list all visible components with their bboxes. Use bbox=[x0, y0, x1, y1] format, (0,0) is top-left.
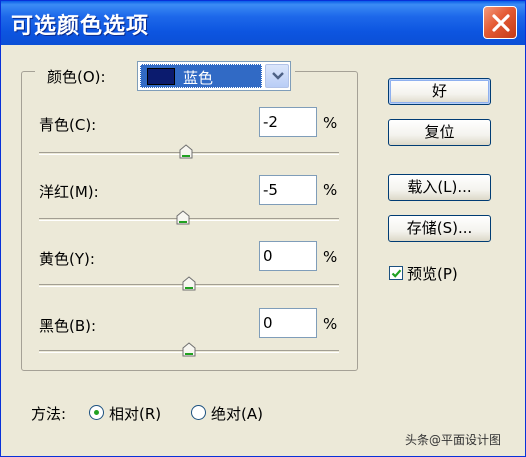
magenta-slider-thumb[interactable] bbox=[176, 210, 190, 225]
yellow-label: 黄色(Y): bbox=[39, 250, 95, 268]
absolute-radio[interactable] bbox=[191, 405, 206, 420]
absolute-radio-label[interactable]: 绝对(A) bbox=[211, 403, 263, 424]
magenta-input[interactable] bbox=[259, 175, 317, 205]
relative-radio[interactable] bbox=[89, 405, 104, 420]
colors-select[interactable]: 蓝色 bbox=[137, 61, 291, 91]
cyan-label: 青色(C): bbox=[39, 116, 97, 134]
magenta-label: 洋红(M): bbox=[39, 183, 99, 201]
close-icon bbox=[492, 14, 510, 32]
selective-color-dialog: 可选颜色选项 颜色(O): 蓝色 青色(C): % 洋红( bbox=[0, 0, 526, 457]
title-bar[interactable]: 可选颜色选项 bbox=[1, 1, 525, 45]
yellow-input[interactable] bbox=[259, 241, 317, 271]
load-button[interactable]: 载入(L)... bbox=[388, 174, 491, 201]
colors-select-dropdown-button[interactable] bbox=[265, 64, 289, 88]
cyan-slider-thumb[interactable] bbox=[179, 144, 193, 159]
ok-button[interactable]: 好 bbox=[388, 78, 491, 105]
black-label: 黑色(B): bbox=[39, 317, 97, 335]
yellow-percent-sign: % bbox=[323, 248, 338, 266]
cyan-percent-sign: % bbox=[323, 114, 338, 132]
black-input[interactable] bbox=[259, 308, 317, 338]
preview-label[interactable]: 预览(P) bbox=[407, 263, 458, 284]
window-title: 可选颜色选项 bbox=[11, 14, 150, 39]
method-label: 方法: bbox=[31, 405, 67, 423]
black-slider-thumb[interactable] bbox=[182, 342, 196, 357]
yellow-slider-thumb[interactable] bbox=[182, 276, 196, 291]
magenta-percent-sign: % bbox=[323, 181, 338, 199]
cyan-input[interactable] bbox=[259, 107, 317, 137]
colors-select-value[interactable]: 蓝色 bbox=[140, 64, 262, 88]
radio-selected-dot bbox=[94, 410, 99, 415]
colors-group-legend: 颜色(O): 蓝色 bbox=[35, 59, 295, 93]
chevron-down-icon bbox=[272, 72, 284, 80]
preview-checkbox[interactable] bbox=[389, 266, 403, 280]
black-percent-sign: % bbox=[323, 315, 338, 333]
color-swatch bbox=[147, 68, 175, 85]
save-button[interactable]: 存储(S)... bbox=[388, 215, 491, 242]
colors-select-text: 蓝色 bbox=[183, 69, 214, 87]
close-button[interactable] bbox=[483, 6, 517, 39]
reset-button[interactable]: 复位 bbox=[388, 119, 491, 146]
checkmark-icon bbox=[391, 269, 402, 278]
colors-label: 颜色(O): bbox=[47, 68, 106, 86]
relative-radio-label[interactable]: 相对(R) bbox=[109, 403, 161, 424]
watermark: 头条@平面设计图 bbox=[405, 433, 502, 447]
